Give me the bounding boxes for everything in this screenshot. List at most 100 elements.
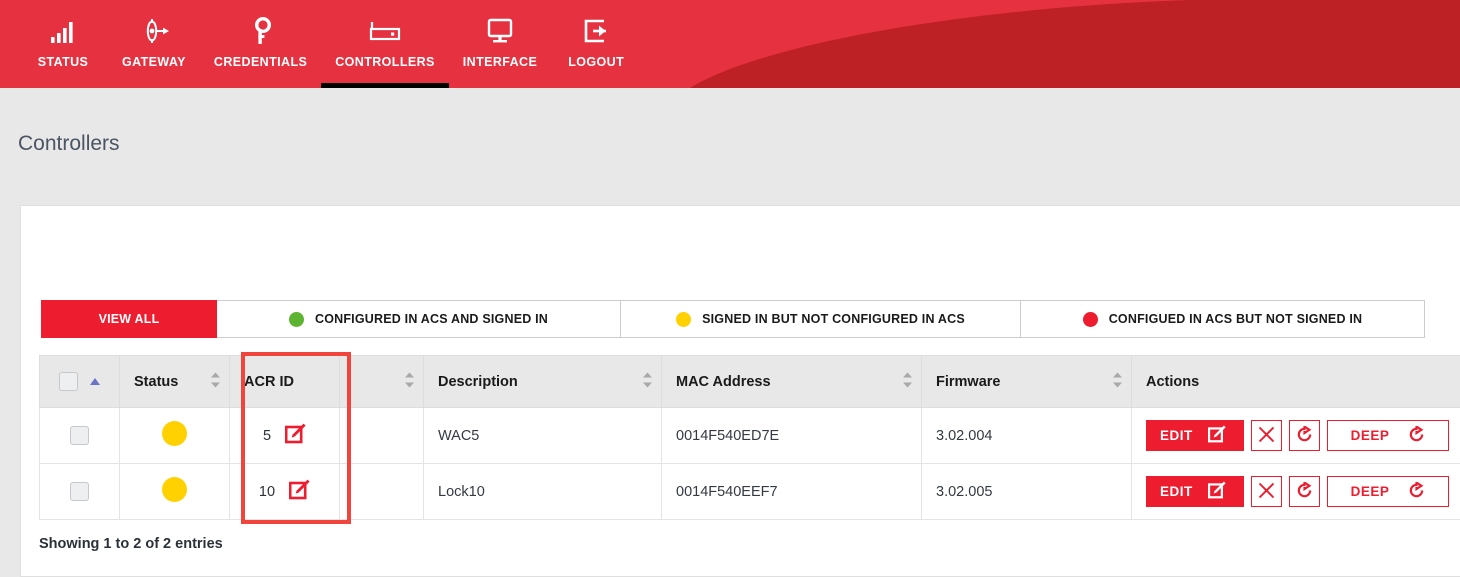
row-checkbox[interactable] [70, 426, 89, 445]
filter-tab-configured-signed-in[interactable]: CONFIGURED IN ACS AND SIGNED IN [217, 300, 621, 338]
row-acr-id-cell: 5 [230, 408, 340, 464]
close-x-icon [1258, 426, 1275, 446]
column-header-firmware[interactable]: Firmware [922, 356, 1132, 408]
row-actions-cell: EDIT [1132, 408, 1460, 464]
column-header-select-all[interactable] [40, 356, 120, 408]
nav-item-logout[interactable]: LOGOUT [551, 0, 641, 88]
nav-item-status[interactable]: STATUS [18, 0, 108, 88]
filter-tab-bar: VIEW ALL CONFIGURED IN ACS AND SIGNED IN… [41, 300, 1439, 338]
row-checkbox[interactable] [70, 482, 89, 501]
key-icon [247, 14, 275, 48]
delete-button[interactable] [1251, 476, 1282, 507]
row-description-cell: Lock10 [424, 464, 662, 520]
nav-item-interface[interactable]: INTERFACE [449, 0, 551, 88]
row-mac-address-cell: 0014F540EEF7 [662, 464, 922, 520]
row-status-dot-icon [162, 477, 187, 502]
column-header-description[interactable]: Description [424, 356, 662, 408]
row-firmware-cell: 3.02.004 [922, 408, 1132, 464]
deep-reset-button[interactable]: DEEP [1327, 420, 1449, 451]
row-actions-cell: EDIT [1132, 464, 1460, 520]
yellow-status-dot-icon [676, 312, 691, 327]
nav-item-credentials[interactable]: CREDENTIALS [200, 0, 321, 88]
row-status-cell [120, 408, 230, 464]
sort-ascending-arrow-icon[interactable] [90, 378, 100, 385]
column-header-status[interactable]: Status [120, 356, 230, 408]
row-mac-address-cell: 0014F540ED7E [662, 408, 922, 464]
filter-tab-label-3: CONFIGUED IN ACS BUT NOT SIGNED IN [1109, 312, 1363, 326]
row-firmware-cell: 3.02.005 [922, 464, 1132, 520]
filter-tab-view-all-label: VIEW ALL [99, 312, 160, 326]
filter-tab-view-all[interactable]: VIEW ALL [41, 300, 217, 338]
controllers-table: Status ACR ID [39, 355, 1460, 520]
edit-pencil-icon [1208, 481, 1226, 502]
filter-tab-configured-not-signed-in[interactable]: CONFIGUED IN ACS BUT NOT SIGNED IN [1021, 300, 1425, 338]
top-navigation-bar: STATUS GATEWAY [0, 0, 1460, 88]
refresh-icon [1296, 482, 1313, 502]
sort-toggle-icon[interactable] [903, 372, 912, 391]
filter-tab-label-1: CONFIGURED IN ACS AND SIGNED IN [315, 312, 548, 326]
column-header-description-label: Description [438, 374, 518, 390]
edit-button[interactable]: EDIT [1146, 476, 1244, 507]
sort-toggle-icon[interactable] [1113, 372, 1122, 391]
row-status-dot-icon [162, 421, 187, 446]
row-description-cell: WAC5 [424, 408, 662, 464]
table-entries-info: Showing 1 to 2 of 2 entries [21, 520, 1460, 552]
column-header-mac-address[interactable]: MAC Address [662, 356, 922, 408]
table-row: 10 Lock10 0014F540EEF7 3.02.005 [40, 464, 1460, 520]
nav-label-gateway: GATEWAY [122, 55, 186, 69]
nav-label-interface: INTERFACE [463, 55, 537, 69]
refresh-icon [1296, 426, 1313, 446]
table-header-row: Status ACR ID [40, 356, 1460, 408]
delete-button[interactable] [1251, 420, 1282, 451]
nav-label-credentials: CREDENTIALS [214, 55, 307, 69]
row-acr-id-value: 10 [259, 484, 275, 500]
green-status-dot-icon [289, 312, 304, 327]
nav-item-controllers[interactable]: CONTROLLERS [321, 0, 449, 88]
refresh-icon [1408, 482, 1425, 502]
column-header-firmware-label: Firmware [936, 374, 1000, 390]
select-all-checkbox[interactable] [59, 372, 78, 391]
sort-toggle-icon[interactable] [643, 372, 652, 391]
filter-tab-signed-in-not-configured[interactable]: SIGNED IN BUT NOT CONFIGURED IN ACS [621, 300, 1021, 338]
logout-icon [582, 14, 610, 48]
deep-button-label: DEEP [1351, 484, 1390, 499]
row-select-cell[interactable] [40, 464, 120, 520]
nav-item-gateway[interactable]: GATEWAY [108, 0, 200, 88]
row-acr-id-value: 5 [263, 428, 271, 444]
column-header-acr-id-label: ACR ID [244, 374, 294, 390]
edit-acr-id-icon[interactable] [289, 479, 310, 504]
edit-button-label: EDIT [1160, 428, 1193, 443]
controllers-table-wrapper: Status ACR ID [39, 355, 1460, 520]
controllers-card: VIEW ALL CONFIGURED IN ACS AND SIGNED IN… [20, 205, 1460, 577]
row-spacer-cell [340, 464, 424, 520]
deep-reset-button[interactable]: DEEP [1327, 476, 1449, 507]
signal-bars-icon [48, 14, 78, 48]
edit-button[interactable]: EDIT [1146, 420, 1244, 451]
deep-button-label: DEEP [1351, 428, 1390, 443]
gateway-icon [138, 14, 170, 48]
reset-button[interactable] [1289, 476, 1320, 507]
edit-acr-id-icon[interactable] [285, 423, 306, 448]
refresh-icon [1408, 426, 1425, 446]
sort-toggle-icon[interactable] [405, 372, 414, 391]
table-body: 5 WAC5 0014F540ED7E 3.02.004 [40, 408, 1460, 520]
edit-pencil-icon [1208, 425, 1226, 446]
close-x-icon [1258, 482, 1275, 502]
column-header-acr-id[interactable]: ACR ID [230, 356, 340, 408]
column-header-actions: Actions [1132, 356, 1460, 408]
nav-label-controllers: CONTROLLERS [335, 55, 435, 69]
row-select-cell[interactable] [40, 408, 120, 464]
controller-icon [368, 14, 402, 48]
column-header-status-label: Status [134, 374, 178, 390]
red-status-dot-icon [1083, 312, 1098, 327]
reset-button[interactable] [1289, 420, 1320, 451]
table-row: 5 WAC5 0014F540ED7E 3.02.004 [40, 408, 1460, 464]
row-spacer-cell [340, 408, 424, 464]
column-header-spacer[interactable] [340, 356, 424, 408]
sort-toggle-icon[interactable] [211, 372, 220, 391]
table-head: Status ACR ID [40, 356, 1460, 408]
monitor-icon [485, 14, 515, 48]
edit-button-label: EDIT [1160, 484, 1193, 499]
nav-label-logout: LOGOUT [568, 55, 624, 69]
column-header-actions-label: Actions [1146, 374, 1199, 390]
